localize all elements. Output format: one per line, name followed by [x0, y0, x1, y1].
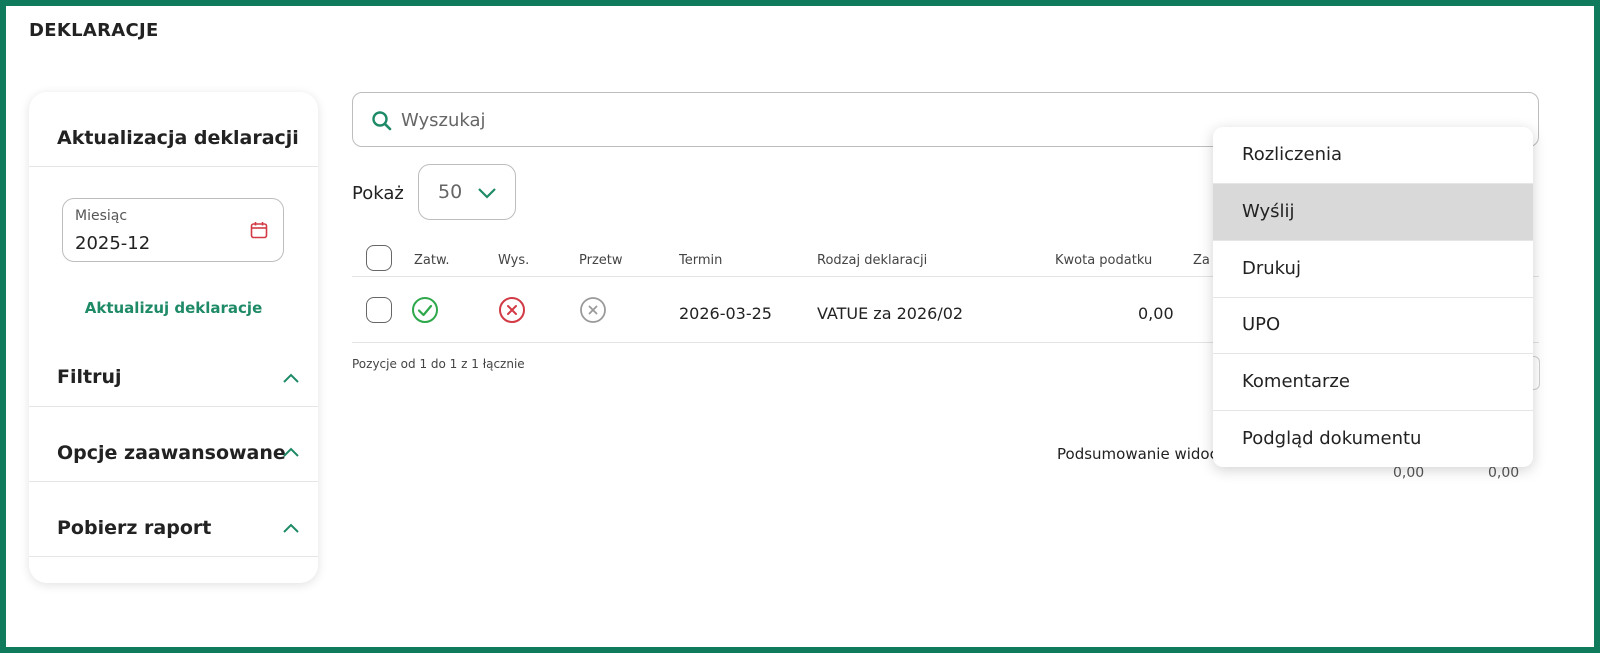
chevron-down-icon	[478, 188, 496, 199]
chevron-up-icon[interactable]	[282, 522, 300, 534]
column-header-deadline[interactable]: Termin	[679, 253, 722, 268]
update-section: Aktualizacja deklaracji	[29, 92, 318, 167]
search-icon	[372, 111, 392, 131]
update-declarations-link[interactable]: Aktualizuj deklaracje	[29, 299, 318, 317]
month-value: 2025-12	[75, 233, 151, 254]
download-report-section[interactable]: Pobierz raport	[29, 482, 318, 557]
advanced-options-section[interactable]: Opcje zaawansowane	[29, 407, 318, 482]
filter-heading: Filtruj	[57, 366, 122, 388]
summary-value: 0,00	[1393, 465, 1425, 481]
deadline-cell: 2026-03-25	[679, 304, 772, 323]
summary-value: 0,00	[1488, 465, 1520, 481]
advanced-options-heading: Opcje zaawansowane	[57, 442, 286, 464]
chevron-up-icon[interactable]	[282, 446, 300, 458]
column-header-tax-amount[interactable]: Kwota podatku	[1055, 253, 1152, 268]
chevron-up-icon[interactable]	[282, 372, 300, 384]
search-input[interactable]	[401, 103, 1201, 137]
month-field[interactable]: Miesiąc 2025-12	[62, 198, 284, 262]
position-info: Pozycje od 1 do 1 z 1 łącznie	[352, 357, 525, 371]
update-heading: Aktualizacja deklaracji	[57, 127, 299, 149]
menu-item-send[interactable]: Wyślij	[1213, 184, 1533, 241]
row-checkbox[interactable]	[366, 297, 392, 323]
not-processed-x-icon	[580, 297, 606, 323]
show-label: Pokaż	[352, 183, 404, 204]
calendar-icon[interactable]	[250, 221, 268, 239]
summary-label: Podsumowanie widoc	[1057, 445, 1218, 463]
page-title: DEKLARACJE	[29, 20, 159, 41]
menu-item-settlements[interactable]: Rozliczenia	[1213, 127, 1533, 184]
column-header-declaration-type[interactable]: Rodzaj deklaracji	[817, 253, 927, 268]
row-actions-menu: Rozliczenia Wyślij Drukuj UPO Komentarze…	[1213, 127, 1533, 467]
menu-item-print[interactable]: Drukuj	[1213, 241, 1533, 298]
page-size-select[interactable]: 50	[418, 164, 516, 220]
column-header-processed[interactable]: Przetw	[579, 253, 623, 268]
page-size-value: 50	[438, 181, 463, 203]
select-all-checkbox[interactable]	[366, 245, 392, 271]
column-header-approved[interactable]: Zatw.	[414, 253, 450, 268]
download-report-heading: Pobierz raport	[57, 517, 212, 539]
sidebar-panel: Aktualizacja deklaracji Miesiąc 2025-12 …	[29, 92, 318, 583]
tax-amount-cell: 0,00	[1138, 304, 1174, 323]
column-header-sent[interactable]: Wys.	[498, 253, 529, 268]
not-sent-x-icon	[499, 297, 525, 323]
approved-check-icon	[412, 297, 438, 323]
menu-item-upo[interactable]: UPO	[1213, 297, 1533, 354]
column-header-partial[interactable]: Za	[1193, 253, 1210, 268]
menu-item-comments[interactable]: Komentarze	[1213, 354, 1533, 411]
month-label: Miesiąc	[75, 208, 128, 224]
filter-section[interactable]: Filtruj	[29, 342, 318, 407]
declaration-type-cell: VATUE za 2026/02	[817, 304, 964, 323]
menu-item-document-preview[interactable]: Podgląd dokumentu	[1213, 411, 1533, 467]
